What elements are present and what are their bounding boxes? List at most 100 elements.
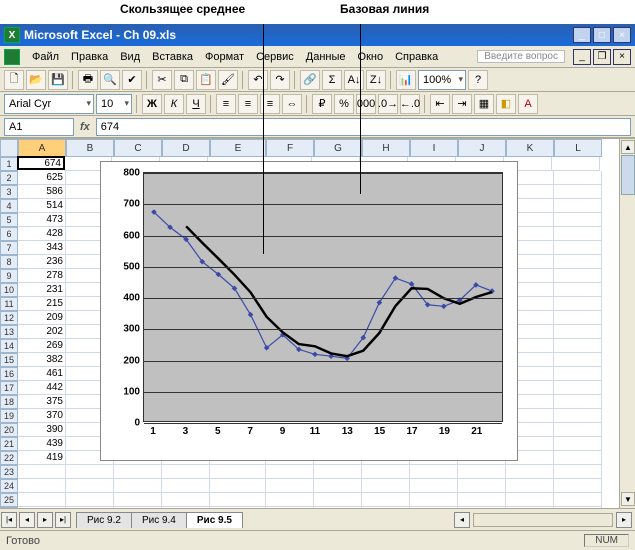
cut-icon[interactable]: ✂	[152, 70, 172, 90]
cell-L16[interactable]	[554, 367, 602, 381]
cell-L1[interactable]	[552, 157, 600, 171]
vertical-scrollbar[interactable]: ▲ ▼	[619, 139, 635, 508]
menu-file[interactable]: Файл	[26, 49, 65, 65]
cell-H25[interactable]	[362, 493, 410, 507]
align-left-icon[interactable]: ≡	[216, 94, 236, 114]
cell-A26[interactable]	[18, 507, 66, 508]
chart-wizard-icon[interactable]: 📊	[396, 70, 416, 90]
row-header-19[interactable]: 19	[0, 409, 18, 423]
cell-A3[interactable]: 586	[18, 185, 66, 199]
row-header-24[interactable]: 24	[0, 479, 18, 493]
help-question-box[interactable]: Введите вопрос	[477, 50, 565, 63]
column-header-C[interactable]: C	[114, 139, 162, 157]
cell-H23[interactable]	[362, 465, 410, 479]
cell-L8[interactable]	[554, 255, 602, 269]
cell-L21[interactable]	[554, 437, 602, 451]
cell-D23[interactable]	[162, 465, 210, 479]
cell-A24[interactable]	[18, 479, 66, 493]
row-header-6[interactable]: 6	[0, 227, 18, 241]
cell-A12[interactable]: 209	[18, 311, 66, 325]
font-size-select[interactable]: 10	[96, 94, 132, 114]
row-header-9[interactable]: 9	[0, 269, 18, 283]
menu-format[interactable]: Формат	[199, 49, 250, 65]
cell-A5[interactable]: 473	[18, 213, 66, 227]
cell-A1[interactable]: 674	[17, 156, 65, 170]
column-header-E[interactable]: E	[210, 139, 266, 157]
fill-color-icon[interactable]: ◧	[496, 94, 516, 114]
spelling-icon[interactable]: ✔	[122, 70, 142, 90]
row-header-13[interactable]: 13	[0, 325, 18, 339]
menu-help[interactable]: Справка	[389, 49, 444, 65]
doc-restore-button[interactable]: ❐	[593, 49, 611, 65]
zoom-select[interactable]: 100%	[418, 70, 466, 90]
cell-A14[interactable]: 269	[18, 339, 66, 353]
column-headers[interactable]: ABCDEFGHIJKL	[18, 139, 602, 157]
scroll-thumb[interactable]	[621, 155, 635, 195]
column-header-B[interactable]: B	[66, 139, 114, 157]
increase-indent-icon[interactable]: ⇥	[452, 94, 472, 114]
cell-G25[interactable]	[314, 493, 362, 507]
cell-I23[interactable]	[410, 465, 458, 479]
row-header-17[interactable]: 17	[0, 381, 18, 395]
column-header-A[interactable]: A	[18, 139, 66, 157]
column-header-D[interactable]: D	[162, 139, 210, 157]
row-header-16[interactable]: 16	[0, 367, 18, 381]
cell-A10[interactable]: 231	[18, 283, 66, 297]
worksheet-area[interactable]: ABCDEFGHIJKL 123456789101112131415161718…	[0, 138, 635, 508]
column-header-K[interactable]: K	[506, 139, 554, 157]
new-icon[interactable]: 🗋	[4, 70, 24, 90]
cell-J23[interactable]	[458, 465, 506, 479]
cell-L17[interactable]	[554, 381, 602, 395]
cell-H26[interactable]	[362, 507, 410, 508]
cell-A11[interactable]: 215	[18, 297, 66, 311]
cell-L15[interactable]	[554, 353, 602, 367]
align-center-icon[interactable]: ≡	[238, 94, 258, 114]
select-all-corner[interactable]	[0, 139, 18, 157]
scroll-up-button[interactable]: ▲	[621, 140, 635, 154]
row-header-23[interactable]: 23	[0, 465, 18, 479]
cell-J26[interactable]	[458, 507, 506, 508]
row-headers[interactable]: 1234567891011121314151617181920212223242…	[0, 157, 18, 508]
menu-view[interactable]: Вид	[114, 49, 146, 65]
row-header-15[interactable]: 15	[0, 353, 18, 367]
comma-icon[interactable]: 000	[356, 94, 376, 114]
cell-K25[interactable]	[506, 493, 554, 507]
cell-K26[interactable]	[506, 507, 554, 508]
row-header-10[interactable]: 10	[0, 283, 18, 297]
percent-icon[interactable]: %	[334, 94, 354, 114]
workbook-icon[interactable]	[4, 49, 20, 65]
cell-A17[interactable]: 442	[18, 381, 66, 395]
cell-L18[interactable]	[554, 395, 602, 409]
cell-C25[interactable]	[114, 493, 162, 507]
redo-icon[interactable]: ↷	[270, 70, 290, 90]
cell-A20[interactable]: 390	[18, 423, 66, 437]
decrease-decimal-icon[interactable]: ←.0	[400, 94, 420, 114]
cell-B24[interactable]	[66, 479, 114, 493]
cell-L7[interactable]	[554, 241, 602, 255]
decrease-indent-icon[interactable]: ⇤	[430, 94, 450, 114]
cell-A15[interactable]: 382	[18, 353, 66, 367]
cell-D26[interactable]	[162, 507, 210, 508]
bold-icon[interactable]: Ж	[142, 94, 162, 114]
cell-B26[interactable]	[66, 507, 114, 508]
cell-L22[interactable]	[554, 451, 602, 465]
column-header-G[interactable]: G	[314, 139, 362, 157]
open-icon[interactable]: 📂	[26, 70, 46, 90]
cell-L3[interactable]	[554, 185, 602, 199]
save-icon[interactable]: 💾	[48, 70, 68, 90]
doc-close-button[interactable]: ×	[613, 49, 631, 65]
row-header-1[interactable]: 1	[0, 157, 18, 171]
cell-G24[interactable]	[314, 479, 362, 493]
cell-L25[interactable]	[554, 493, 602, 507]
menu-window[interactable]: Окно	[352, 49, 390, 65]
cell-F23[interactable]	[266, 465, 314, 479]
row-header-20[interactable]: 20	[0, 423, 18, 437]
cell-L20[interactable]	[554, 423, 602, 437]
cell-E24[interactable]	[210, 479, 266, 493]
hyperlink-icon[interactable]: 🔗	[300, 70, 320, 90]
underline-icon[interactable]: Ч	[186, 94, 206, 114]
formula-input[interactable]: 674	[96, 118, 631, 136]
cell-L23[interactable]	[554, 465, 602, 479]
cell-L11[interactable]	[554, 297, 602, 311]
row-header-2[interactable]: 2	[0, 171, 18, 185]
